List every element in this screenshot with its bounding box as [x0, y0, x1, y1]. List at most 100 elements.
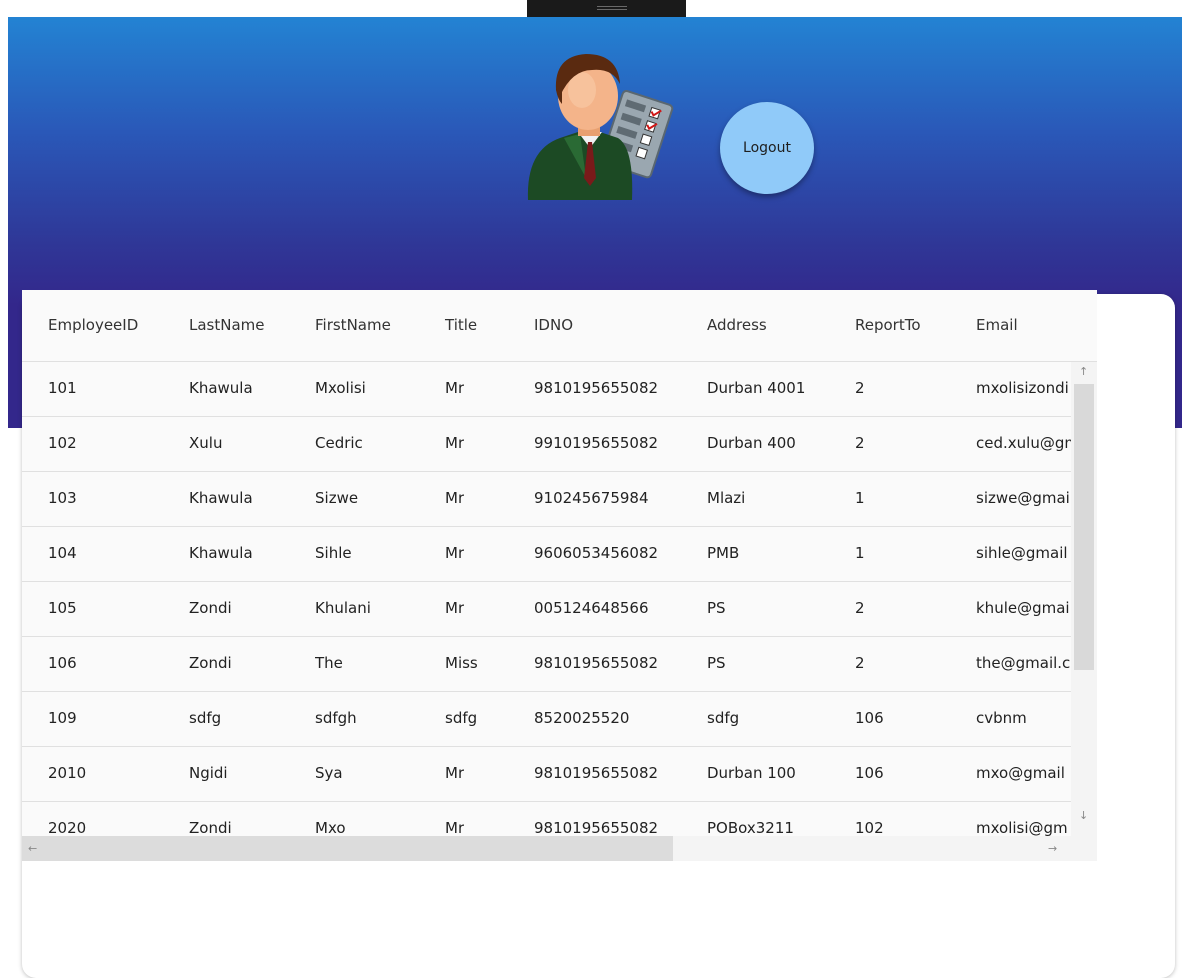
cell-email[interactable]: sihle@gmail — [976, 544, 1071, 562]
cell-employeeid[interactable]: 105 — [48, 599, 77, 617]
cell-address[interactable]: PMB — [707, 544, 739, 562]
cell-address[interactable]: sdfg — [707, 709, 739, 727]
cell-employeeid[interactable]: 2020 — [48, 819, 86, 836]
scroll-right-arrow-icon[interactable]: → — [1048, 843, 1057, 855]
table-row[interactable]: 104 Khawula Sihle Mr 9606053456082 PMB 1 sihle@… — [22, 527, 1071, 582]
cell-email[interactable]: the@gmail.c — [976, 654, 1071, 672]
cell-reportto[interactable]: 2 — [855, 379, 865, 397]
cell-idno[interactable]: 8520025520 — [534, 709, 629, 727]
column-header-address[interactable]: Address — [707, 316, 767, 334]
cell-reportto[interactable]: 1 — [855, 544, 865, 562]
cell-lastname[interactable]: Xulu — [189, 434, 222, 452]
cell-address[interactable]: PS — [707, 599, 726, 617]
cell-title[interactable]: Mr — [445, 434, 464, 452]
column-header-firstname[interactable]: FirstName — [315, 316, 391, 334]
cell-firstname[interactable]: sdfgh — [315, 709, 357, 727]
cell-email[interactable]: sizwe@gmail — [976, 489, 1071, 507]
window-drag-handle[interactable] — [527, 0, 686, 17]
cell-lastname[interactable]: Zondi — [189, 654, 232, 672]
logout-button[interactable]: Logout — [720, 102, 814, 194]
cell-idno[interactable]: 910245675984 — [534, 489, 649, 507]
cell-address[interactable]: Durban 400 — [707, 434, 796, 452]
cell-title[interactable]: Mr — [445, 489, 464, 507]
cell-employeeid[interactable]: 103 — [48, 489, 77, 507]
cell-employeeid[interactable]: 106 — [48, 654, 77, 672]
cell-email[interactable]: khule@gmail — [976, 599, 1071, 617]
horizontal-scroll-thumb[interactable] — [22, 836, 673, 861]
cell-reportto[interactable]: 2 — [855, 654, 865, 672]
column-header-idno[interactable]: IDNO — [534, 316, 573, 334]
cell-address[interactable]: Durban 4001 — [707, 379, 805, 397]
scroll-left-arrow-icon[interactable]: ← — [28, 843, 37, 855]
scroll-down-arrow-icon[interactable]: ↓ — [1079, 810, 1088, 822]
table-row[interactable]: 106 Zondi The Miss 9810195655082 PS 2 the@gmail… — [22, 637, 1071, 692]
cell-title[interactable]: Mr — [445, 764, 464, 782]
cell-employeeid[interactable]: 102 — [48, 434, 77, 452]
cell-reportto[interactable]: 106 — [855, 764, 884, 782]
cell-title[interactable]: Miss — [445, 654, 478, 672]
column-header-reportto[interactable]: ReportTo — [855, 316, 921, 334]
cell-employeeid[interactable]: 101 — [48, 379, 77, 397]
cell-firstname[interactable]: Cedric — [315, 434, 363, 452]
cell-email[interactable]: mxolisizondi — [976, 379, 1071, 397]
cell-address[interactable]: Durban 100 — [707, 764, 796, 782]
cell-firstname[interactable]: Sya — [315, 764, 343, 782]
cell-lastname[interactable]: Ngidi — [189, 764, 228, 782]
cell-lastname[interactable]: Khawula — [189, 489, 253, 507]
table-row[interactable]: 109 sdfg sdfgh sdfg 8520025520 sdfg 106 cvbnm — [22, 692, 1071, 747]
cell-firstname[interactable]: Mxo — [315, 819, 346, 836]
table-row[interactable]: 2010 Ngidi Sya Mr 9810195655082 Durban 100 106… — [22, 747, 1071, 802]
column-header-lastname[interactable]: LastName — [189, 316, 265, 334]
table-row[interactable]: 103 Khawula Sizwe Mr 910245675984 Mlazi 1 sizwe… — [22, 472, 1071, 527]
cell-email[interactable]: mxolisi@gm — [976, 819, 1071, 836]
cell-employeeid[interactable]: 104 — [48, 544, 77, 562]
cell-employeeid[interactable]: 109 — [48, 709, 77, 727]
vertical-scroll-thumb[interactable] — [1074, 384, 1094, 670]
cell-title[interactable]: Mr — [445, 599, 464, 617]
table-row[interactable]: 2020 Zondi Mxo Mr 9810195655082 POBox3211 102 m… — [22, 802, 1071, 836]
cell-lastname[interactable]: Khawula — [189, 544, 253, 562]
grid-rows[interactable]: 101 Khawula Mxolisi Mr 9810195655082 Durban 4… — [22, 362, 1071, 836]
cell-idno[interactable]: 9606053456082 — [534, 544, 658, 562]
cell-employeeid[interactable]: 2010 — [48, 764, 86, 782]
table-row[interactable]: 101 Khawula Mxolisi Mr 9810195655082 Durban 4… — [22, 362, 1071, 417]
vertical-scrollbar[interactable]: ↑ ↓ — [1071, 362, 1097, 836]
cell-idno[interactable]: 9810195655082 — [534, 379, 658, 397]
column-header-title[interactable]: Title — [445, 316, 477, 334]
cell-title[interactable]: sdfg — [445, 709, 477, 727]
cell-idno[interactable]: 9810195655082 — [534, 819, 658, 836]
cell-firstname[interactable]: The — [315, 654, 343, 672]
cell-lastname[interactable]: Khawula — [189, 379, 253, 397]
cell-address[interactable]: PS — [707, 654, 726, 672]
cell-title[interactable]: Mr — [445, 379, 464, 397]
cell-reportto[interactable]: 106 — [855, 709, 884, 727]
scroll-up-arrow-icon[interactable]: ↑ — [1079, 366, 1088, 378]
column-header-employeeid[interactable]: EmployeeID — [48, 316, 138, 334]
table-row[interactable]: 105 Zondi Khulani Mr 005124648566 PS 2 khule@gm… — [22, 582, 1071, 637]
cell-firstname[interactable]: Sihle — [315, 544, 352, 562]
cell-email[interactable]: mxo@gmail — [976, 764, 1071, 782]
cell-firstname[interactable]: Sizwe — [315, 489, 358, 507]
cell-reportto[interactable]: 2 — [855, 434, 865, 452]
cell-firstname[interactable]: Khulani — [315, 599, 371, 617]
horizontal-scrollbar[interactable]: ← → — [22, 836, 1097, 861]
cell-address[interactable]: Mlazi — [707, 489, 745, 507]
cell-idno[interactable]: 9810195655082 — [534, 764, 658, 782]
table-row[interactable]: 102 Xulu Cedric Mr 9910195655082 Durban 400 2 c… — [22, 417, 1071, 472]
cell-firstname[interactable]: Mxolisi — [315, 379, 366, 397]
cell-reportto[interactable]: 2 — [855, 599, 865, 617]
cell-lastname[interactable]: Zondi — [189, 819, 232, 836]
cell-reportto[interactable]: 102 — [855, 819, 884, 836]
cell-lastname[interactable]: Zondi — [189, 599, 232, 617]
cell-address[interactable]: POBox3211 — [707, 819, 794, 836]
cell-title[interactable]: Mr — [445, 544, 464, 562]
cell-reportto[interactable]: 1 — [855, 489, 865, 507]
cell-idno[interactable]: 005124648566 — [534, 599, 649, 617]
cell-idno[interactable]: 9810195655082 — [534, 654, 658, 672]
cell-title[interactable]: Mr — [445, 819, 464, 836]
cell-idno[interactable]: 9910195655082 — [534, 434, 658, 452]
cell-lastname[interactable]: sdfg — [189, 709, 221, 727]
cell-email[interactable]: ced.xulu@gm — [976, 434, 1071, 452]
column-header-email[interactable]: Email — [976, 316, 1071, 334]
cell-email[interactable]: cvbnm — [976, 709, 1071, 727]
